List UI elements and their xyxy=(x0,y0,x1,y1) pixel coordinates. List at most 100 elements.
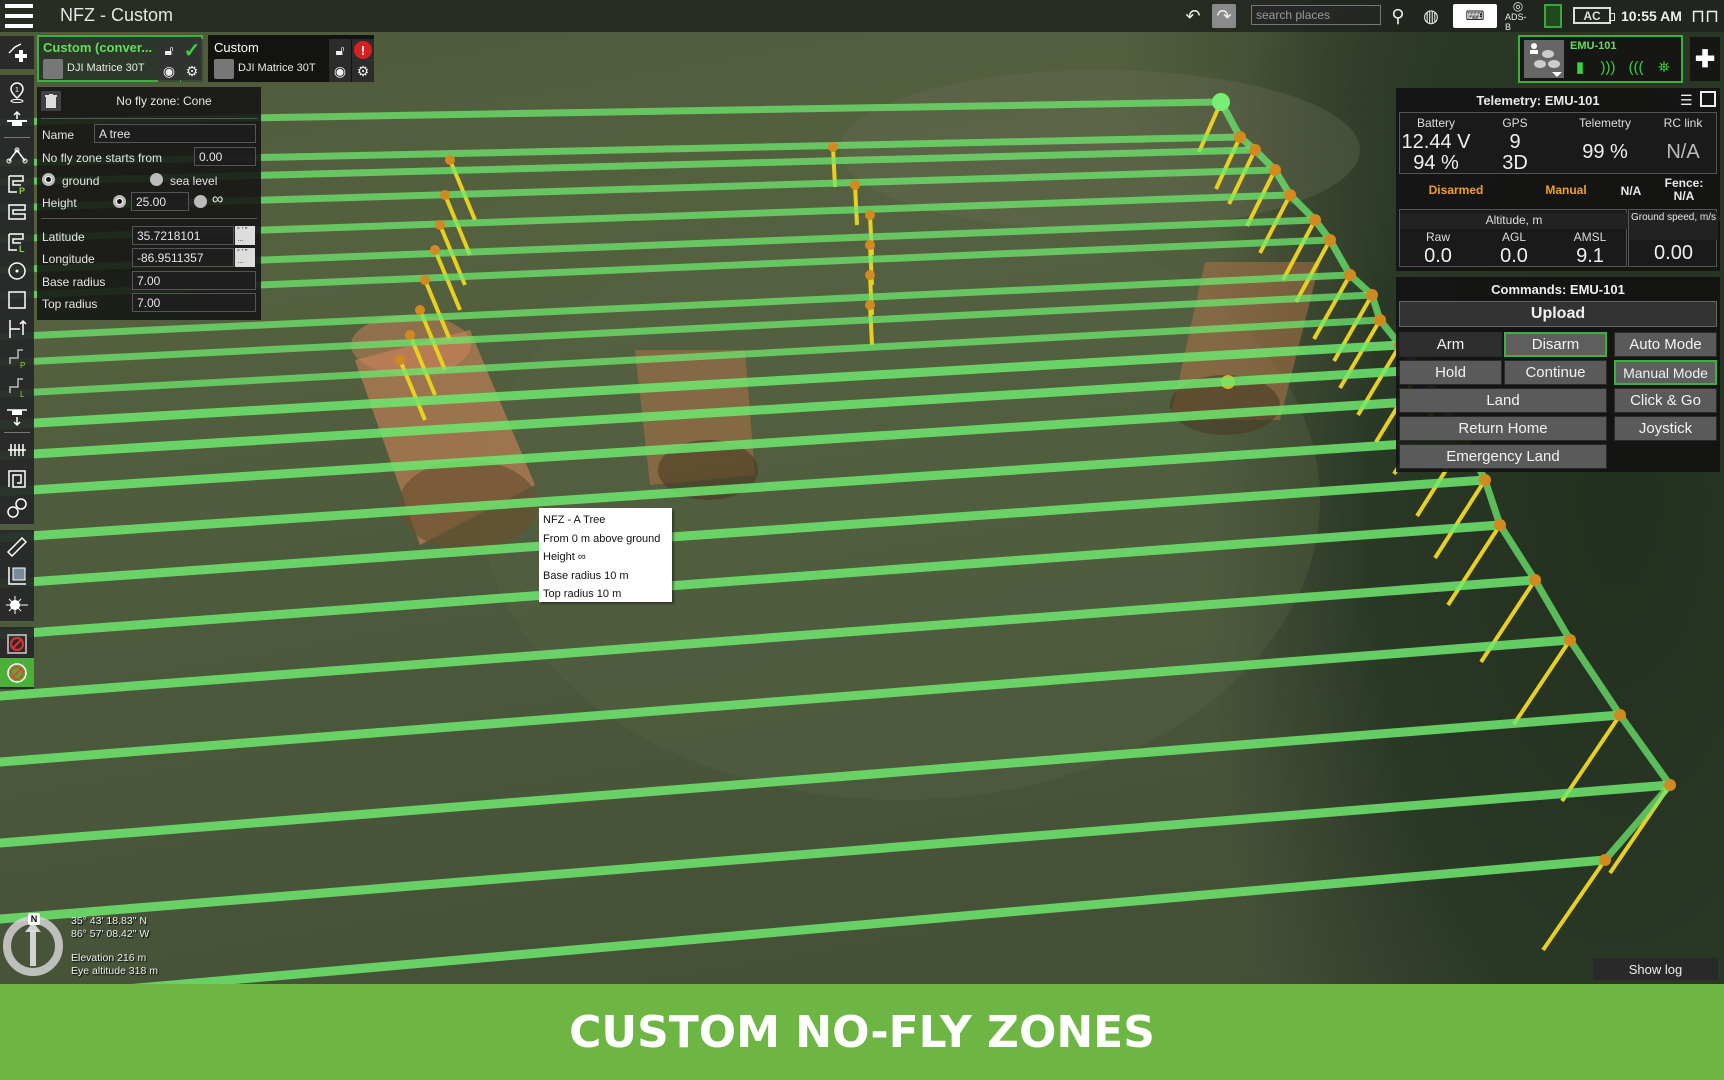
scan-line-icon[interactable]: L xyxy=(0,227,34,256)
document-icon[interactable] xyxy=(1544,4,1562,28)
unlock-icon[interactable]: 🔓︎ xyxy=(158,39,180,61)
radio-height-infinite[interactable] xyxy=(194,195,207,208)
landing-icon[interactable] xyxy=(0,401,34,430)
waypoint-marker[interactable] xyxy=(1374,314,1386,326)
drone-status-widget[interactable]: EMU-101 ▮ ))) ((( ⛯ xyxy=(1518,35,1683,83)
add-drone-icon[interactable]: ✚ xyxy=(1690,37,1720,81)
search-icon[interactable]: ⚲ xyxy=(1388,4,1408,28)
corridor-photo-icon[interactable]: P xyxy=(0,343,34,372)
no-fly-zone-cone-icon[interactable] xyxy=(0,658,34,687)
flight-path-segment[interactable] xyxy=(1531,576,1574,644)
mission-tab[interactable]: Custom DJI Matrice 30T 🔓︎ ! ◉ ⚙ xyxy=(208,35,374,82)
flight-path-segment[interactable] xyxy=(1326,236,1354,279)
waypoint-marker[interactable] xyxy=(865,240,875,250)
waypoint-marker[interactable] xyxy=(865,300,875,310)
auto-mode-button[interactable]: Auto Mode xyxy=(1614,332,1717,357)
joystick-button[interactable]: Joystick xyxy=(1614,416,1717,441)
route-add-icon[interactable] xyxy=(0,38,34,67)
waypoint-marker[interactable] xyxy=(1234,131,1246,143)
name-input[interactable] xyxy=(94,124,256,143)
mission-tab-active[interactable]: Custom (conver... DJI Matrice 30T 🔓︎ ✓ ◉… xyxy=(37,35,203,82)
flight-path-segment[interactable] xyxy=(1616,711,1674,789)
manual-mode-button[interactable]: Manual Mode xyxy=(1614,360,1717,385)
alert-icon[interactable]: ! xyxy=(352,39,374,61)
flight-path-segment[interactable] xyxy=(1481,476,1504,529)
search-places-input[interactable] xyxy=(1251,5,1381,25)
upload-button[interactable]: Upload xyxy=(1399,301,1717,327)
flight-path-segment[interactable] xyxy=(1601,781,1674,864)
adsb-icon[interactable]: ◎ ADS-B xyxy=(1505,0,1531,32)
longitude-format-toggle[interactable]: ° ′ ″… xyxy=(235,248,255,267)
trash-icon[interactable] xyxy=(41,91,61,111)
waypoint-marker[interactable] xyxy=(395,355,405,365)
waypoint-marker[interactable] xyxy=(1249,144,1261,156)
drone-selector-thumbnail[interactable] xyxy=(1524,40,1564,78)
area-measure-icon[interactable] xyxy=(0,561,34,590)
unlock-icon[interactable]: 🔓︎ xyxy=(329,39,351,61)
hold-button[interactable]: Hold xyxy=(1399,360,1502,385)
waypoint-marker[interactable] xyxy=(1599,854,1611,866)
popout-icon[interactable] xyxy=(1700,91,1716,107)
waypoint-marker[interactable] xyxy=(1344,269,1356,281)
waypoint-marker[interactable] xyxy=(1324,234,1336,246)
waypoint-marker[interactable] xyxy=(1614,709,1626,721)
waypoint-marker[interactable] xyxy=(405,330,415,340)
gear-icon[interactable]: ⚙ xyxy=(352,60,374,82)
spiral-icon[interactable] xyxy=(0,464,34,493)
longitude-input[interactable] xyxy=(132,248,234,267)
height-input[interactable] xyxy=(131,192,189,211)
double-orbit-icon[interactable] xyxy=(0,493,34,522)
redo-icon[interactable]: ↷ xyxy=(1212,4,1236,28)
polyline-icon[interactable] xyxy=(0,140,34,169)
eye-icon[interactable]: ◉ xyxy=(329,60,351,82)
keyboard-icon[interactable]: ⌨ xyxy=(1453,4,1497,28)
connections-icon[interactable]: ⊓⊓ xyxy=(1691,4,1719,28)
radio-sea-level[interactable] xyxy=(150,173,163,186)
radio-height-value[interactable] xyxy=(113,195,126,208)
waypoint-marker[interactable] xyxy=(1269,164,1281,176)
waypoint-marker[interactable] xyxy=(865,270,875,280)
takeoff-icon[interactable] xyxy=(0,106,34,135)
land-button[interactable]: Land xyxy=(1399,388,1607,413)
menu-icon[interactable] xyxy=(5,4,33,28)
flight-path-segment[interactable] xyxy=(1496,521,1539,584)
waypoint-marker[interactable] xyxy=(435,220,445,230)
circle-orbit-icon[interactable] xyxy=(0,256,34,285)
latitude-input[interactable] xyxy=(132,226,234,245)
waypoint-marker[interactable] xyxy=(1479,474,1491,486)
eye-icon[interactable]: ◉ xyxy=(158,60,180,82)
gear-icon[interactable]: ⚙ xyxy=(181,60,203,82)
waypoint-marker[interactable] xyxy=(1529,574,1541,586)
waypoint-marker[interactable] xyxy=(850,180,860,190)
waypoint-marker[interactable] xyxy=(1284,189,1296,201)
facade-scan-icon[interactable] xyxy=(0,314,34,343)
arm-button[interactable]: Arm xyxy=(1399,332,1502,357)
waypoint-marker[interactable] xyxy=(415,305,425,315)
start-waypoint[interactable] xyxy=(1212,93,1230,111)
waypoint-marker[interactable] xyxy=(420,275,430,285)
compass[interactable]: N xyxy=(3,913,63,976)
base-radius-input[interactable] xyxy=(132,271,256,290)
corridor-line-icon[interactable]: L xyxy=(0,372,34,401)
waypoint-marker[interactable] xyxy=(1366,289,1378,301)
radio-ground[interactable] xyxy=(42,173,55,186)
return-home-button[interactable]: Return Home xyxy=(1399,416,1607,441)
rectangle-icon[interactable] xyxy=(0,285,34,314)
nfz-cylinder-middle[interactable] xyxy=(635,350,758,500)
disarm-button[interactable]: Disarm xyxy=(1504,332,1607,357)
waypoint-marker[interactable] xyxy=(828,142,838,152)
laser-point-icon[interactable] xyxy=(0,590,34,619)
click-and-go-button[interactable]: Click & Go xyxy=(1614,388,1717,413)
flight-path-segment[interactable] xyxy=(0,855,1610,984)
ruler-icon[interactable] xyxy=(0,532,34,561)
waypoint-icon[interactable]: 1 xyxy=(0,77,34,106)
top-radius-input[interactable] xyxy=(132,293,256,312)
starts-from-input[interactable] xyxy=(194,147,256,166)
list-icon[interactable]: ☰ xyxy=(1680,92,1696,108)
scan-area-icon[interactable] xyxy=(0,198,34,227)
waypoint-marker[interactable] xyxy=(1309,214,1321,226)
no-fly-zone-polygon-icon[interactable] xyxy=(0,629,34,658)
waypoint-marker[interactable] xyxy=(440,190,450,200)
flight-path-segment[interactable] xyxy=(0,780,1675,924)
waypoint-marker[interactable] xyxy=(865,210,875,220)
